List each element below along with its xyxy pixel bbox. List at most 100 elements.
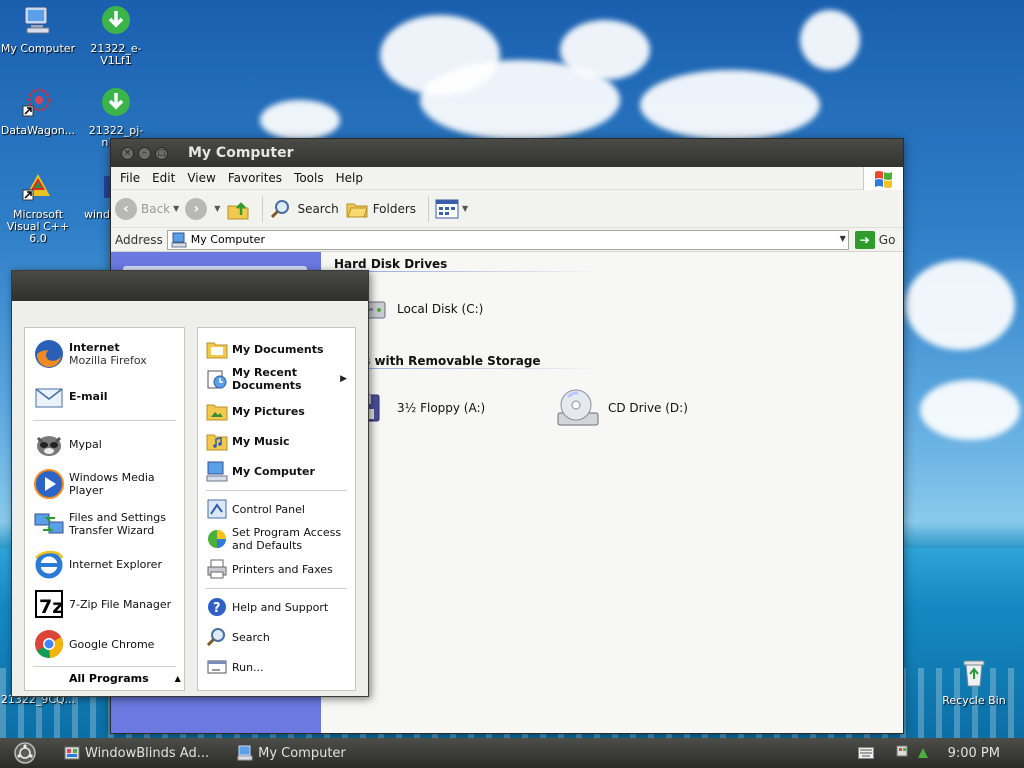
my-computer-icon	[171, 232, 187, 247]
start-item-my-recent-documents[interactable]: My Recent Documents	[206, 366, 302, 392]
folders-button[interactable]: Folders	[345, 197, 416, 221]
start-item-my-pictures[interactable]: My Pictures	[206, 400, 305, 422]
start-item-internet-explorer[interactable]: Internet Explorer	[33, 548, 162, 580]
start-item-my-music[interactable]: My Music	[206, 430, 290, 452]
start-item-transfer-wizard[interactable]: Files and Settings Transfer Wizard	[33, 508, 166, 540]
menu-edit[interactable]: Edit	[146, 171, 181, 185]
taskbar-item-my-computer[interactable]: My Computer	[223, 738, 360, 768]
network-icon[interactable]	[916, 746, 930, 760]
forward-arrow-icon: ›	[185, 197, 208, 220]
desktop-icon-visual-cpp[interactable]: Microsoft Visual C++ 6.0	[0, 170, 76, 245]
svg-text:?: ?	[213, 601, 221, 616]
menu-view[interactable]: View	[181, 171, 221, 185]
start-item-email[interactable]: E-mail	[33, 380, 108, 412]
chevron-down-icon[interactable]: ▼	[214, 204, 220, 213]
system-tray: 9:00 PM	[857, 738, 1024, 768]
folders-icon	[346, 203, 368, 217]
window-titlebar[interactable]: × – □ My Computer	[111, 139, 903, 167]
toolbar-separator	[262, 195, 264, 222]
start-item-control-panel[interactable]: Control Panel	[206, 498, 305, 520]
datawagon-shortcut-icon	[22, 88, 51, 117]
folder-icon	[206, 342, 228, 359]
start-menu-right-pane: My Documents My Recent Documents ▶ My Pic…	[197, 327, 356, 691]
menu-file[interactable]: File	[114, 171, 146, 185]
forward-button[interactable]: › ▼	[185, 197, 220, 220]
cd-drive-icon	[557, 389, 599, 426]
download-arrow-icon	[102, 88, 130, 116]
my-computer-icon	[206, 461, 228, 482]
start-item-mypal[interactable]: Mypal	[33, 428, 102, 460]
up-folder-button[interactable]	[226, 197, 250, 221]
program-access-icon	[208, 530, 226, 548]
drive-cd-d[interactable]: CD Drive (D:)	[554, 385, 688, 431]
menu-tools[interactable]: Tools	[288, 171, 330, 185]
control-panel-icon	[207, 499, 227, 519]
mypal-icon	[36, 436, 62, 456]
address-label: Address	[115, 232, 163, 247]
start-menu-left-pane: Internet Mozilla Firefox E-mail Mypal Win…	[24, 327, 185, 691]
transfer-wizard-icon	[34, 513, 64, 534]
recycle-bin-icon	[963, 660, 985, 687]
all-programs-button[interactable]: All Programs ▲	[69, 672, 181, 685]
address-input[interactable]: My Computer ▼	[166, 229, 849, 250]
start-item-my-documents[interactable]: My Documents	[206, 338, 324, 360]
menu-help[interactable]: Help	[330, 171, 369, 185]
start-menu: Internet Mozilla Firefox E-mail Mypal Win…	[11, 270, 369, 697]
taskbar-item-windowblinds[interactable]: WindowBlinds Ad...	[50, 738, 223, 768]
triangle-up-icon: ▲	[174, 674, 181, 683]
start-menu-separator	[33, 666, 176, 667]
taskbar: WindowBlinds Ad... My Computer 9:00 PM	[0, 738, 1024, 768]
chevron-down-icon[interactable]: ▼	[173, 204, 179, 213]
start-item-internet[interactable]: Internet Mozilla Firefox	[33, 338, 147, 370]
chrome-icon	[35, 630, 63, 659]
my-computer-icon	[237, 745, 253, 761]
search-button[interactable]: Search	[269, 197, 339, 221]
seven-zip-icon: 7z	[35, 590, 63, 618]
up-folder-icon	[227, 201, 249, 219]
start-item-help-support[interactable]: ? Help and Support	[206, 596, 328, 618]
minimize-window-button[interactable]: –	[138, 146, 151, 160]
start-item-search[interactable]: Search	[206, 626, 270, 648]
my-computer-icon	[24, 6, 50, 34]
toolbar-separator	[428, 195, 430, 222]
start-item-windows-media-player[interactable]: Windows Media Player	[33, 468, 155, 500]
tray-app-icon[interactable]	[896, 744, 914, 762]
chevron-down-icon[interactable]: ▼	[462, 204, 468, 213]
desktop-icon-datawagon[interactable]: DataWagon...	[0, 86, 76, 137]
start-item-my-computer[interactable]: My Computer	[206, 460, 315, 482]
start-item-google-chrome[interactable]: Google Chrome	[33, 628, 154, 660]
internet-explorer-icon	[35, 550, 64, 579]
go-button[interactable]: ➔ Go	[854, 230, 895, 249]
address-dropdown-icon[interactable]: ▼	[840, 234, 846, 243]
run-icon	[207, 660, 227, 674]
window-title: My Computer	[188, 145, 294, 161]
recent-documents-icon	[207, 370, 227, 389]
folder-icon	[206, 404, 228, 421]
section-divider	[334, 271, 604, 272]
submenu-arrow-icon: ▶	[340, 374, 347, 384]
printer-icon	[207, 559, 227, 579]
desktop-icon-recycle-bin[interactable]: Recycle Bin	[936, 656, 1012, 707]
desktop-icon-my-computer[interactable]: My Computer	[0, 4, 76, 55]
search-icon	[271, 199, 290, 218]
back-button[interactable]: ‹ Back ▼	[115, 197, 179, 220]
clock[interactable]: 9:00 PM	[948, 746, 1000, 761]
section-title-removable: es with Removable Storage	[355, 354, 541, 368]
start-item-program-access[interactable]: Set Program Access and Defaults	[206, 526, 341, 552]
start-item-run[interactable]: Run...	[206, 656, 264, 678]
start-button[interactable]	[0, 741, 50, 765]
menu-favorites[interactable]: Favorites	[222, 171, 288, 185]
desktop-icon-download-1[interactable]: 21322_e-V1Lf1	[78, 4, 154, 67]
start-menu-separator	[206, 490, 347, 491]
keyboard-icon[interactable]	[857, 747, 874, 759]
maximize-window-button[interactable]: □	[155, 146, 168, 160]
start-item-printers-faxes[interactable]: Printers and Faxes	[206, 558, 333, 580]
start-orb-icon	[14, 742, 36, 764]
menu-bar: File Edit View Favorites Tools Help	[111, 167, 903, 190]
views-button[interactable]: ▼	[435, 199, 468, 219]
email-icon	[35, 388, 63, 408]
start-item-7zip[interactable]: 7z 7-Zip File Manager	[33, 588, 171, 620]
go-arrow-icon: ➔	[854, 230, 875, 249]
close-window-button[interactable]: ×	[121, 146, 134, 160]
back-arrow-icon: ‹	[115, 197, 137, 220]
